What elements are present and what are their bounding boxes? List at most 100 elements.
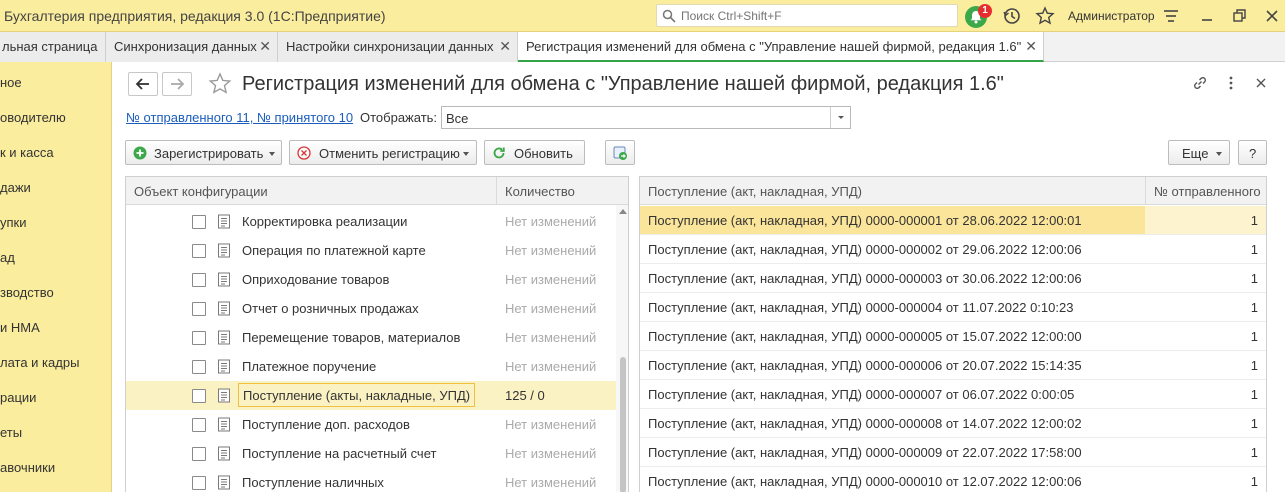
menu-icon[interactable] — [1161, 6, 1181, 26]
row-checkbox[interactable] — [192, 389, 206, 403]
object-count: 125 / 0 — [505, 388, 545, 403]
row-checkbox[interactable] — [192, 476, 206, 490]
table-row[interactable]: Операция по платежной карте Нет изменени… — [126, 236, 616, 265]
history-icon[interactable] — [1002, 6, 1022, 26]
sent-number-cell: 1 — [1250, 445, 1258, 460]
close-window-icon[interactable] — [1262, 6, 1282, 26]
table-row[interactable]: Корректировка реализации Нет изменений — [126, 207, 616, 236]
export-icon — [613, 146, 627, 160]
sidebar-item[interactable]: оводителю — [0, 110, 66, 130]
more-button-label: Еще — [1182, 146, 1209, 161]
forward-button[interactable] — [162, 72, 192, 96]
object-count: Нет изменений — [505, 359, 597, 374]
star-icon[interactable] — [208, 72, 232, 96]
object-count: Нет изменений — [505, 214, 597, 229]
object-count: Нет изменений — [505, 243, 597, 258]
table-row[interactable]: Поступление (акт, накладная, УПД) 0000-0… — [640, 438, 1266, 467]
row-checkbox[interactable] — [192, 418, 206, 432]
link-icon[interactable] — [1191, 74, 1209, 92]
column-header-count[interactable]: Количество — [496, 177, 616, 205]
sidebar-item[interactable]: лата и кадры — [0, 355, 79, 375]
sidebar-item[interactable]: к и касса — [0, 145, 54, 165]
minimize-icon[interactable] — [1197, 6, 1217, 26]
object-name: Перемещение товаров, материалов — [242, 330, 461, 345]
panel-splitter[interactable] — [630, 176, 638, 492]
sidebar-item[interactable]: дажи — [0, 180, 31, 200]
table-row[interactable]: Поступление (акт, накладная, УПД) 0000-0… — [640, 380, 1266, 409]
table-row[interactable]: Поступление (акт, накладная, УПД) 0000-0… — [640, 351, 1266, 380]
table-header: Поступление (акт, накладная, УПД) № отпр… — [640, 177, 1266, 205]
table-row[interactable]: Поступление (акт, накладная, УПД) 0000-0… — [640, 235, 1266, 264]
back-button[interactable] — [128, 72, 158, 96]
sent-received-link[interactable]: № отправленного 11, № принятого 10 — [126, 110, 353, 125]
table-row[interactable]: Поступление (акт, накладная, УПД) 0000-0… — [640, 322, 1266, 351]
table-row[interactable]: Оприходование товаров Нет изменений — [126, 265, 616, 294]
column-header-document[interactable]: Поступление (акт, накладная, УПД) — [648, 184, 862, 199]
sidebar-item[interactable]: зводство — [0, 285, 54, 305]
table-row[interactable]: Поступление наличных Нет изменений — [126, 468, 616, 492]
document-icon — [218, 388, 230, 403]
table-row[interactable]: Поступление (акт, накладная, УПД) 0000-0… — [640, 409, 1266, 438]
tab-sync-settings[interactable]: Настройки синхронизации данных ✕ — [278, 32, 518, 62]
sidebar-item[interactable]: еты — [0, 425, 22, 445]
row-checkbox[interactable] — [192, 244, 206, 258]
close-icon[interactable] — [1252, 74, 1270, 92]
object-count: Нет изменений — [505, 301, 597, 316]
sidebar-item[interactable]: и НМА — [0, 320, 40, 340]
table-row[interactable]: Платежное поручение Нет изменений — [126, 352, 616, 381]
star-icon[interactable] — [1035, 6, 1055, 26]
sidebar-item[interactable]: рации — [0, 390, 36, 410]
table-row[interactable]: Отчет о розничных продажах Нет изменений — [126, 294, 616, 323]
cancel-registration-button-label: Отменить регистрацию — [319, 146, 460, 161]
row-checkbox[interactable] — [192, 302, 206, 316]
table-row[interactable]: Поступление на расчетный счет Нет измене… — [126, 439, 616, 468]
sent-number-cell: 1 — [1145, 206, 1266, 234]
row-checkbox[interactable] — [192, 360, 206, 374]
more-button[interactable]: Еще — [1168, 140, 1230, 165]
notifications-button[interactable]: 1 — [964, 4, 992, 28]
display-select[interactable]: Все — [441, 106, 851, 129]
search-box[interactable] — [656, 4, 958, 27]
column-header-object[interactable]: Объект конфигурации — [134, 184, 268, 199]
dropdown-button[interactable] — [830, 107, 850, 128]
row-checkbox[interactable] — [192, 273, 206, 287]
sidebar-item[interactable]: ное — [0, 75, 22, 95]
sidebar-item[interactable]: авочники — [0, 460, 55, 480]
table-row[interactable]: Перемещение товаров, материалов Нет изме… — [126, 323, 616, 352]
table-row[interactable]: Поступление доп. расходов Нет изменений — [126, 410, 616, 439]
table-row-selected[interactable]: Поступление (акты, накладные, УПД) 125 /… — [126, 381, 616, 410]
object-count: Нет изменений — [505, 475, 597, 490]
cancel-registration-button[interactable]: Отменить регистрацию — [289, 140, 477, 165]
close-icon[interactable]: ✕ — [499, 38, 511, 55]
tab-sync-data[interactable]: Синхронизация данных ✕ — [106, 32, 278, 62]
chevron-down-icon — [838, 116, 844, 119]
table-row-selected[interactable]: Поступление (акт, накладная, УПД) 0000-0… — [640, 206, 1266, 235]
close-icon[interactable]: ✕ — [259, 38, 271, 55]
table-row[interactable]: Поступление (акт, накладная, УПД) 0000-0… — [640, 293, 1266, 322]
row-checkbox[interactable] — [192, 215, 206, 229]
help-button[interactable]: ? — [1238, 140, 1267, 165]
display-label: Отображать: — [360, 110, 438, 125]
tab-bar: льная страница Синхронизация данных ✕ Нас… — [0, 32, 1285, 62]
sidebar-item[interactable]: упки — [0, 215, 27, 235]
scroll-up-arrow[interactable] — [619, 209, 627, 214]
more-vertical-icon[interactable] — [1222, 74, 1240, 92]
user-name[interactable]: Администратор — [1068, 9, 1155, 23]
register-button[interactable]: Зарегистрировать — [125, 140, 282, 165]
scrollbar-thumb[interactable] — [620, 357, 626, 492]
document-cell: Поступление (акт, накладная, УПД) 0000-0… — [648, 358, 1082, 373]
page-title: Регистрация изменений для обмена с "Упра… — [242, 73, 1004, 95]
sidebar-item[interactable]: ад — [0, 250, 15, 270]
table-row[interactable]: Поступление (акт, накладная, УПД) 0000-0… — [640, 467, 1266, 492]
refresh-button[interactable]: Обновить — [484, 140, 585, 165]
row-checkbox[interactable] — [192, 331, 206, 345]
export-button[interactable] — [605, 140, 635, 165]
search-input[interactable] — [681, 8, 951, 24]
tab-home[interactable]: льная страница — [0, 32, 106, 62]
restore-window-icon[interactable] — [1229, 6, 1249, 26]
tab-change-registration[interactable]: Регистрация изменений для обмена с "Упра… — [518, 32, 1044, 62]
close-icon[interactable]: ✕ — [1025, 38, 1037, 55]
row-checkbox[interactable] — [192, 447, 206, 461]
table-row[interactable]: Поступление (акт, накладная, УПД) 0000-0… — [640, 264, 1266, 293]
column-header-sent-number[interactable]: № отправленного — [1145, 177, 1266, 205]
